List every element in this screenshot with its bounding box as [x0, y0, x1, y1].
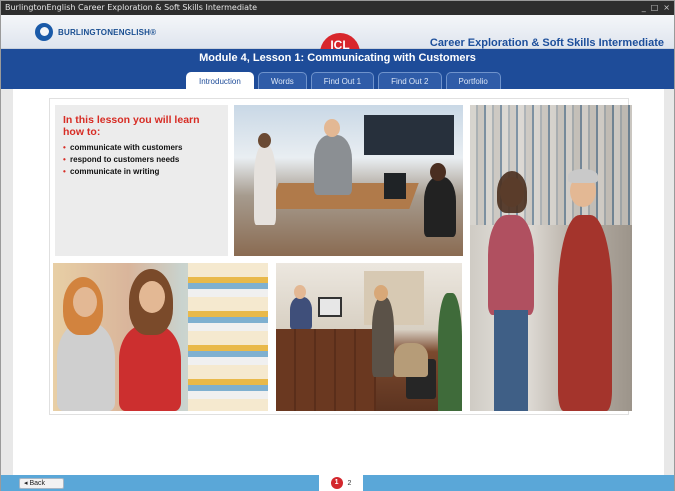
minimize-icon[interactable]: _ [642, 1, 646, 15]
tab-words[interactable]: Words [257, 72, 307, 89]
intro-collage: In this lesson you will learn how to: co… [49, 98, 632, 415]
front-desk [276, 329, 376, 411]
objective-item: communicate in writing [63, 166, 220, 178]
lobby-chair [394, 343, 428, 377]
plant [438, 293, 462, 411]
person-head [294, 285, 306, 299]
clerk-woman [119, 325, 181, 411]
window-controls: _ □ × [642, 1, 670, 15]
person-head [139, 281, 165, 313]
customer-jeans [494, 310, 528, 411]
objective-item: respond to customers needs [63, 154, 220, 166]
burlington-logo: BURLINGTONENGLISH® [35, 23, 156, 41]
monitor [384, 173, 406, 199]
logo-icon [35, 23, 53, 41]
brand-header: BURLINGTONENGLISH® ICL Career Exploratio… [1, 15, 674, 55]
intro-objectives: In this lesson you will learn how to: co… [55, 105, 228, 256]
desk-clerk [290, 297, 312, 329]
clerk-man [558, 215, 612, 411]
product-shelves [188, 263, 268, 411]
app-window: BurlingtonEnglish Career Exploration & S… [0, 0, 675, 491]
customer-woman [488, 215, 534, 315]
clerk-hair [568, 169, 598, 183]
person-head [324, 119, 340, 137]
receptionist [314, 135, 352, 195]
shopper-woman [57, 323, 115, 411]
lesson-title: Module 4, Lesson 1: Communicating with C… [199, 52, 476, 64]
objectives-list: communicate with customers respond to cu… [63, 142, 220, 178]
tab-find-out-1[interactable]: Find Out 1 [310, 72, 375, 89]
page-1-button[interactable]: 1 [330, 477, 343, 489]
person-head [258, 133, 271, 148]
maximize-icon[interactable]: □ [651, 1, 659, 15]
intro-heading: In this lesson you will learn how to: [63, 114, 200, 138]
lesson-header: Module 4, Lesson 1: Communicating with C… [1, 49, 674, 89]
page-indicator: 1 2 [319, 475, 363, 491]
tab-find-out-2[interactable]: Find Out 2 [378, 72, 442, 89]
close-icon[interactable]: × [663, 1, 670, 15]
customer-hair [497, 171, 527, 213]
tool-shelves [470, 105, 632, 225]
person-head [73, 287, 97, 317]
page-2-button[interactable]: 2 [348, 480, 352, 487]
window-titlebar: BurlingtonEnglish Career Exploration & S… [1, 1, 674, 15]
monitor [318, 297, 342, 317]
logo-text: BURLINGTONENGLISH® [58, 27, 157, 37]
objective-item: communicate with customers [63, 142, 220, 154]
tab-portfolio[interactable]: Portfolio [445, 72, 501, 89]
lesson-content: In this lesson you will learn how to: co… [13, 89, 664, 475]
walking-woman [254, 145, 276, 225]
person-head [374, 285, 388, 301]
person-head [430, 163, 446, 181]
back-button[interactable]: ◂ Back [19, 478, 64, 489]
office-photo [234, 105, 463, 256]
grocery-photo [53, 263, 268, 411]
guest-woman [372, 297, 394, 377]
lesson-tabs: Introduction Words Find Out 1 Find Out 2… [186, 72, 501, 89]
hardware-store-photo [470, 105, 632, 411]
course-title: Career Exploration & Soft Skills Interme… [429, 37, 664, 49]
footer-bar: ◂ Back 1 2 [1, 475, 674, 491]
reception-photo [276, 263, 462, 411]
tab-introduction[interactable]: Introduction [186, 72, 254, 89]
window-title: BurlingtonEnglish Career Exploration & S… [5, 3, 258, 12]
office-window [364, 115, 454, 155]
seated-woman [424, 177, 456, 237]
back-label: Back [29, 480, 46, 487]
